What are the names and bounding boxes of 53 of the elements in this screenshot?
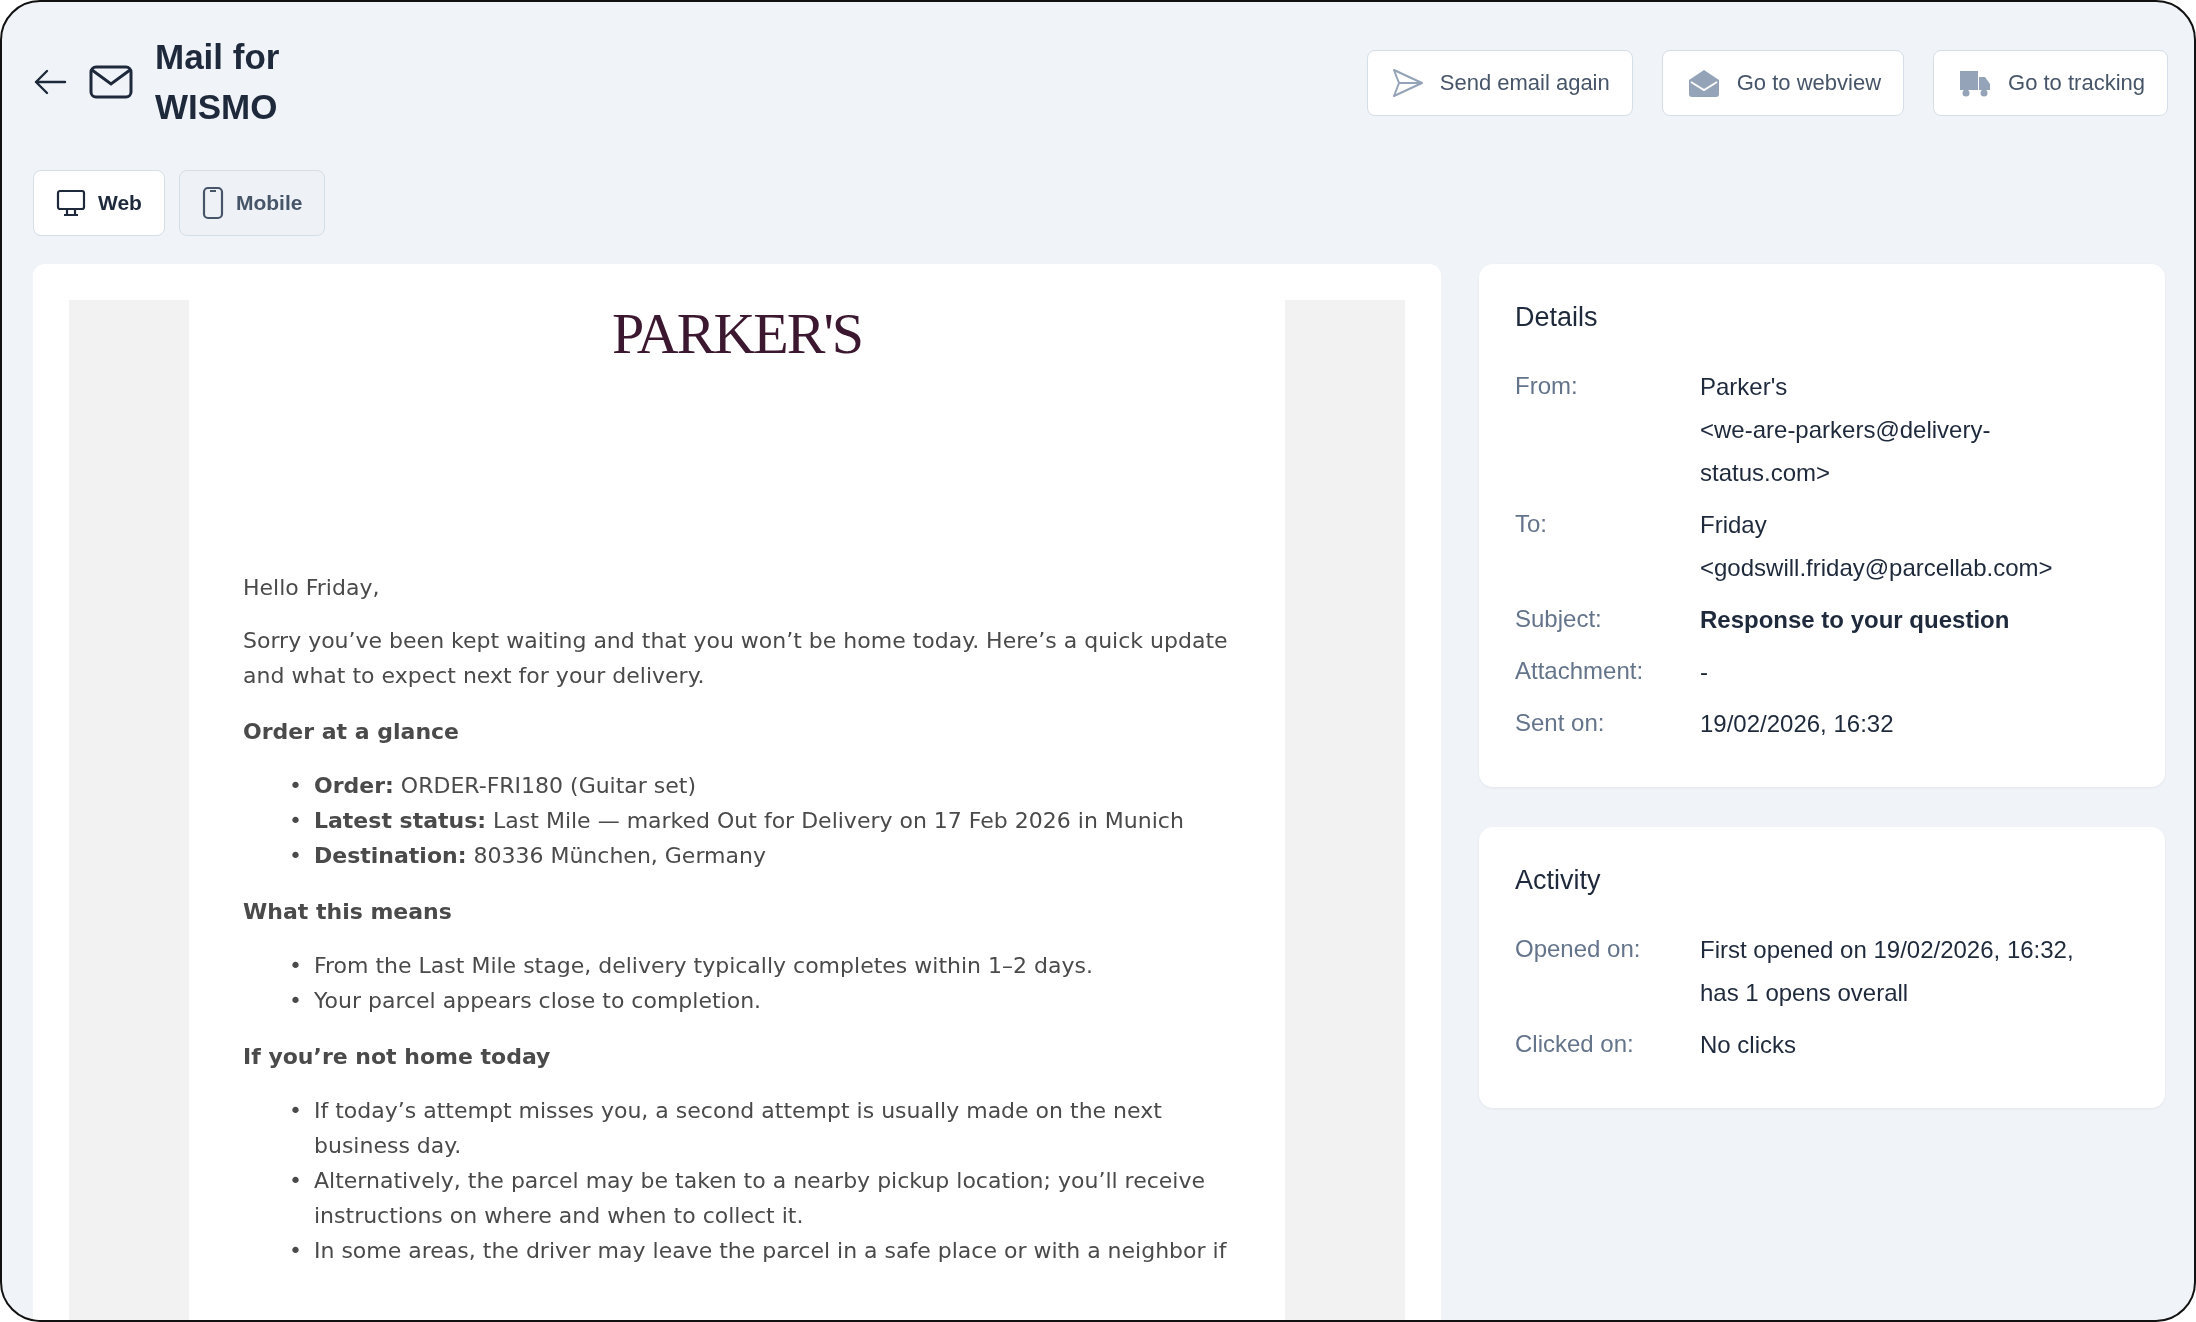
- field-value: 19/02/2026, 16:32: [1700, 709, 1895, 739]
- email-bullet-item: Latest status: Last Mile — marked Out for Delivery on 17 Feb 2026 in Munich: [314, 807, 1184, 835]
- field-value: -: [1700, 657, 1709, 687]
- email-bullet-item: If today’s attempt misses you, a second attempt is usually made on the next business day.: [314, 1097, 1163, 1160]
- email-bullet-item: Order: ORDER-FRI180 (Guitar set): [314, 772, 697, 800]
- field-label: Clicked on:: [1515, 1029, 1635, 1059]
- bullet-marker: •: [289, 807, 302, 835]
- action-button[interactable]: Go to webview: [1661, 50, 1905, 116]
- field-label: Sent on:: [1515, 708, 1606, 738]
- bullet-marker: •: [289, 1097, 302, 1125]
- email-bullet-item: Destination: 80336 München, Germany: [314, 842, 766, 870]
- bullet-marker: •: [289, 842, 302, 870]
- field-value: Parker's: [1700, 372, 1789, 402]
- field-value: Friday: [1700, 510, 1768, 540]
- action-button[interactable]: Go to tracking: [1933, 50, 2168, 116]
- view-tab[interactable]: Web: [33, 170, 165, 236]
- email-paragraph: Sorry you’ve been kept waiting and that you won’t be home today. Here’s a quick update and what to expect next for your delivery.: [243, 627, 1229, 690]
- field-value: <we-are-parkers@delivery-status.com>: [1700, 415, 1992, 488]
- email-greeting: Hello Friday,: [243, 574, 381, 602]
- field-label: Opened on:: [1515, 934, 1642, 964]
- monitor-icon: [56, 189, 86, 217]
- email-bullet-item: Your parcel appears close to completion.: [314, 987, 762, 1015]
- field-label: Attachment:: [1515, 656, 1645, 686]
- field-value: <godswill.friday@parcellab.com>: [1700, 553, 2054, 583]
- field-label: From:: [1515, 371, 1579, 401]
- card-title: Details: [1515, 302, 1599, 333]
- bullet-marker: •: [289, 772, 302, 800]
- bullet-marker: •: [289, 952, 302, 980]
- page-title: Mail for WISMO: [155, 36, 281, 128]
- field-value: First opened on 19/02/2026, 16:32, has 1 opens overall: [1700, 935, 2075, 1008]
- bullet-marker: •: [289, 1237, 302, 1265]
- email-section-heading: Order at a glance: [243, 719, 460, 744]
- email-section-heading: What this means: [243, 899, 453, 924]
- card-title: Activity: [1515, 865, 1602, 896]
- email-bullet-item: Alternatively, the parcel may be taken to a nearby pickup location; you’ll receive instructions on where and when to collect it.: [314, 1167, 1206, 1230]
- email-bullet-item: In some areas, the driver may leave the parcel in a safe place or with a neighbor if: [314, 1237, 1227, 1265]
- brand-logo: PARKER'S: [610, 300, 864, 368]
- bullet-marker: •: [289, 987, 302, 1015]
- bullet-marker: •: [289, 1167, 302, 1195]
- paper-plane-icon: [1391, 68, 1424, 98]
- phone-icon: [201, 186, 224, 220]
- view-tab[interactable]: Mobile: [178, 170, 326, 236]
- field-label: Subject:: [1515, 604, 1603, 634]
- email-section-heading: If you’re not home today: [243, 1044, 552, 1069]
- truck-icon: [1958, 68, 1993, 98]
- open-envelope-icon: [1686, 68, 1721, 98]
- field-value: Response to your question: [1700, 605, 2011, 635]
- email-bullet-item: From the Last Mile stage, delivery typically completes within 1–2 days.: [314, 952, 1093, 980]
- action-button[interactable]: Send email again: [1366, 50, 1633, 116]
- field-label: To:: [1515, 509, 1548, 539]
- field-value: No clicks: [1700, 1030, 1797, 1060]
- envelope-icon: [89, 65, 133, 99]
- back-arrow-icon[interactable]: [33, 68, 67, 96]
